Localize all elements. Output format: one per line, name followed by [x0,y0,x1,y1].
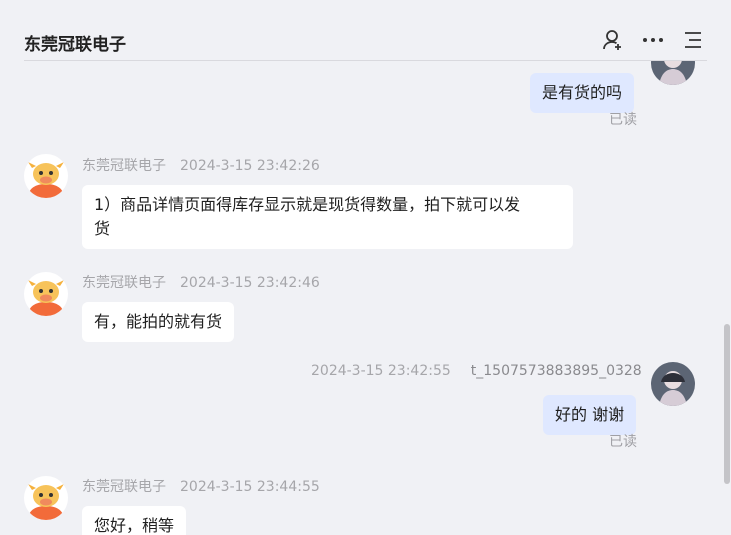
chat-header: 东莞冠联电子 [0,0,731,60]
message-bubble-me: 好的 谢谢 [543,395,637,435]
user-add-icon[interactable] [601,28,625,52]
message-bubble-me: 是有货的吗 [530,73,635,113]
avatar[interactable] [651,61,695,85]
message-time: 2024-3-15 23:44:55 [180,479,320,495]
message-meta: 2024-3-15 23:42:55 t_1507573883895_0328 [311,363,642,379]
avatar[interactable] [24,476,68,520]
message-bubble-them: 1）商品详情页面得库存显示就是现货得数量，拍下就可以发 货 [82,185,573,249]
message-time: 2024-3-15 23:42:26 [180,158,320,174]
message-bubble-them: 您好，稍等 [82,506,187,535]
sender-name: 东莞冠联电子 [82,158,166,174]
scrollbar-thumb[interactable] [724,324,730,484]
chat-title: 东莞冠联电子 [24,35,126,55]
avatar[interactable] [24,154,68,198]
message-bubble-them: 有，能拍的就有货 [82,302,235,342]
sender-name: t_1507573883895_0328 [470,363,642,379]
avatar[interactable] [24,272,68,316]
message-time: 2024-3-15 23:42:46 [180,275,320,291]
message-text-line: 货 [94,219,111,238]
read-status: 已读 [609,112,637,128]
message-meta: 东莞冠联电子 2024-3-15 23:42:46 [82,272,320,292]
message-meta: 东莞冠联电子 2024-3-15 23:44:55 [82,476,320,496]
avatar[interactable] [651,362,695,406]
more-icon[interactable] [641,28,665,52]
sender-name: 东莞冠联电子 [82,479,166,495]
read-status: 已读 [609,434,637,450]
header-actions [601,28,705,52]
message-text-line: 1）商品详情页面得库存显示就是现货得数量，拍下就可以发 [94,195,521,214]
chat-area[interactable]: 是有货的吗 已读 东莞冠联电子 2024-3-15 23:42:26 1）商品详情… [0,61,731,535]
message-time: 2024-3-15 23:42:55 [311,363,451,379]
sender-name: 东莞冠联电子 [82,275,166,291]
message-meta: 东莞冠联电子 2024-3-15 23:42:26 [82,155,320,175]
menu-icon[interactable] [681,28,705,52]
